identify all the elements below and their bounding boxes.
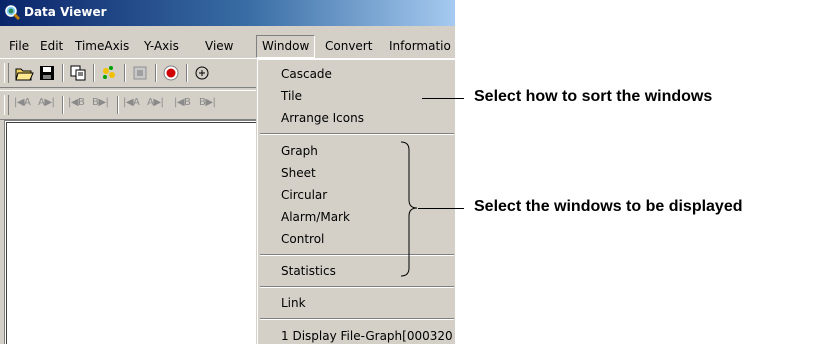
menu-edit[interactable]: Edit — [35, 36, 68, 57]
menu-item-statistics[interactable]: Statistics — [281, 264, 336, 278]
move-b-left-button[interactable]: |◀B — [174, 97, 191, 113]
menu-item-graph[interactable]: Graph — [281, 144, 318, 158]
menu-separator — [260, 286, 454, 288]
record-icon[interactable] — [161, 63, 181, 83]
sparkle-icon[interactable] — [99, 63, 119, 83]
menu-y-axis[interactable]: Y-Axis — [139, 36, 184, 57]
toolbar-separator — [62, 96, 64, 114]
open-folder-icon[interactable] — [14, 63, 34, 83]
toolbar-grip[interactable] — [4, 95, 9, 115]
jump-b-left-button[interactable]: |◀B — [68, 97, 85, 113]
print-preview-icon[interactable] — [130, 63, 150, 83]
menu-item-cascade[interactable]: Cascade — [281, 67, 332, 81]
menu-item-circular[interactable]: Circular — [281, 188, 327, 202]
display-windows-annotation: Select the windows to be displayed — [474, 198, 743, 215]
toolbar-separator — [155, 64, 157, 82]
menu-item-tile[interactable]: Tile — [281, 89, 302, 103]
jump-b-right-button[interactable]: B▶| — [92, 97, 109, 113]
toolbar-separator — [117, 96, 119, 114]
menu-item-sheet[interactable]: Sheet — [281, 166, 316, 180]
window-title: Data Viewer — [24, 5, 107, 19]
move-a-right-button[interactable]: A▶| — [147, 97, 164, 113]
menu-item-recent-file[interactable]: 1 Display File-Graph[000320 — [281, 329, 453, 343]
sort-windows-annotation: Select how to sort the windows — [474, 88, 713, 105]
toolbar-separator — [93, 64, 95, 82]
magnifier-app-icon — [5, 5, 21, 21]
jump-a-left-button[interactable]: |◀A — [14, 97, 31, 113]
menu-separator — [260, 133, 454, 135]
menu-item-link[interactable]: Link — [281, 296, 306, 310]
menu-separator — [260, 254, 454, 256]
sort-callout-line — [422, 98, 464, 99]
menu-information[interactable]: Informatio — [384, 36, 455, 57]
title-bar: Data Viewer — [0, 0, 455, 26]
copy-icon[interactable] — [68, 63, 88, 83]
move-b-right-button[interactable]: B▶| — [199, 97, 216, 113]
toolbar-separator — [62, 64, 64, 82]
menu-separator — [260, 318, 454, 320]
menu-window[interactable]: Window — [256, 35, 316, 58]
jump-a-right-button[interactable]: A▶| — [38, 97, 55, 113]
move-a-left-button[interactable]: |◀A — [123, 97, 140, 113]
data-viewer-window: Data Viewer File Edit TimeAxis Y-Axis Vi… — [0, 0, 455, 344]
toolbar-separator — [124, 64, 126, 82]
menu-item-alarm-mark[interactable]: Alarm/Mark — [281, 210, 350, 224]
menu-item-control[interactable]: Control — [281, 232, 324, 246]
menu-file[interactable]: File — [4, 36, 34, 57]
menu-bar: File Edit TimeAxis Y-Axis View Window Co… — [0, 35, 455, 59]
menu-timeaxis[interactable]: TimeAxis — [70, 36, 134, 57]
toolbar-separator — [186, 64, 188, 82]
save-disk-icon[interactable] — [37, 63, 57, 83]
menu-view[interactable]: View — [200, 36, 238, 57]
menu-item-arrange-icons[interactable]: Arrange Icons — [281, 111, 364, 125]
window-menu-dropdown: Cascade Tile Arrange Icons Graph Sheet C… — [257, 59, 455, 344]
menu-convert[interactable]: Convert — [320, 36, 377, 57]
display-callout-line — [418, 208, 464, 209]
toolbar-grip[interactable] — [4, 63, 9, 83]
window-group-brace — [400, 141, 418, 277]
zoom-in-icon[interactable] — [192, 63, 212, 83]
